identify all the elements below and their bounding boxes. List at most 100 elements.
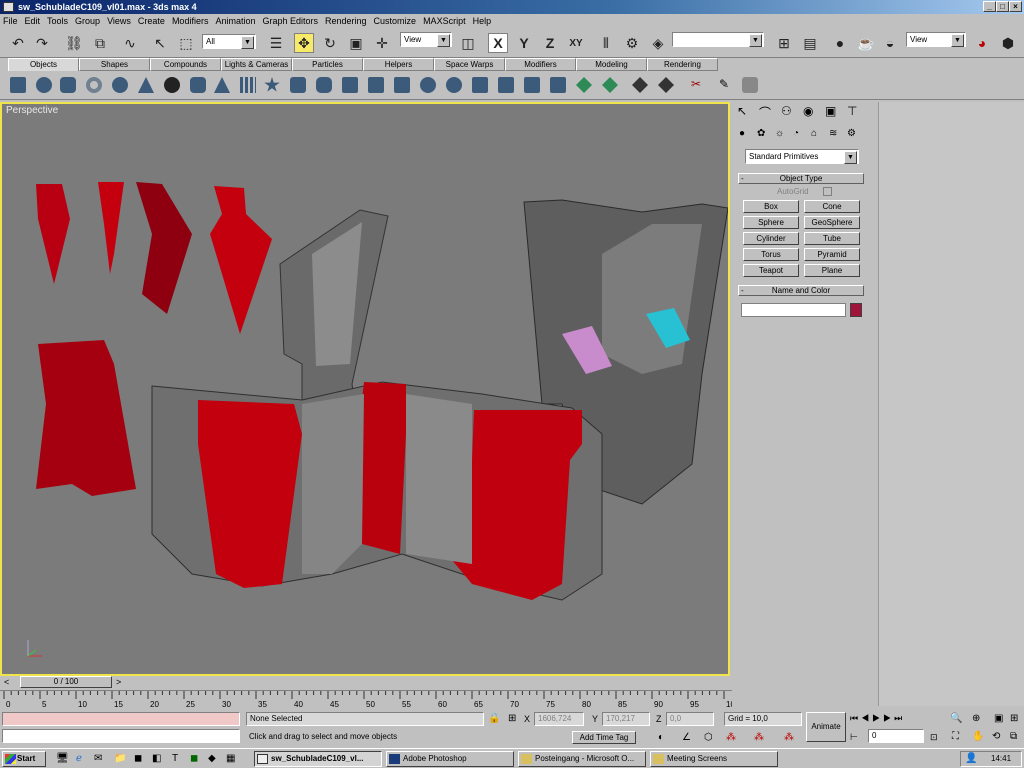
angle-snap-icon[interactable]: ∠: [682, 732, 691, 743]
align-icon[interactable]: ⊞: [774, 33, 794, 53]
menu-file[interactable]: File: [3, 16, 18, 26]
maxscript-listener-field[interactable]: [2, 712, 240, 726]
torus-knot-icon[interactable]: [446, 77, 462, 93]
playback-controls[interactable]: ⏮◀▶▶⏭: [850, 713, 905, 724]
pan-icon[interactable]: ✋: [972, 731, 984, 742]
perspective-viewport[interactable]: Perspective: [0, 102, 730, 676]
sphere-button[interactable]: Sphere: [743, 216, 799, 229]
cylinder-button[interactable]: Cylinder: [743, 232, 799, 245]
render-scene-icon[interactable]: ☕: [856, 33, 876, 53]
hose-icon[interactable]: [498, 77, 514, 93]
tube-button[interactable]: Tube: [804, 232, 860, 245]
track-bar[interactable]: 0 5 10 15 20 25 30 35 40 45 50 55 60 65 70 75 80 85 90 95 10…: [0, 690, 732, 710]
reference-coordinate-dropdown[interactable]: View: [400, 32, 452, 47]
render-last-icon[interactable]: ◕: [972, 33, 992, 53]
cylinder-icon[interactable]: [60, 77, 76, 93]
oil-tank-icon[interactable]: [342, 77, 358, 93]
autogrid-checkbox[interactable]: [823, 187, 832, 196]
select-object-icon[interactable]: ↖: [150, 33, 170, 53]
category-dropdown[interactable]: Standard Primitives: [745, 149, 859, 164]
close-button[interactable]: ×: [1009, 1, 1022, 12]
object-type-rollout-header[interactable]: - Object Type: [738, 173, 864, 184]
gengon-icon[interactable]: [420, 77, 436, 93]
capsule-icon[interactable]: [368, 77, 384, 93]
tab-modeling[interactable]: Modeling: [576, 58, 647, 71]
mirror-icon[interactable]: ⫴: [596, 33, 616, 53]
animate-button[interactable]: Animate: [806, 712, 846, 742]
motion-tab-icon[interactable]: ◉: [803, 104, 813, 118]
selection-filter-dropdown[interactable]: All: [202, 34, 256, 49]
tube-icon[interactable]: [190, 77, 206, 93]
tab-shapes[interactable]: Shapes: [79, 58, 150, 71]
lock-icon[interactable]: 🔒: [488, 713, 500, 724]
undo-icon[interactable]: ↶: [8, 33, 28, 53]
chamfer-cylinder-icon[interactable]: [316, 77, 332, 93]
tab-compounds[interactable]: Compounds: [150, 58, 221, 71]
minimize-button[interactable]: _: [983, 1, 996, 12]
axis-x-button[interactable]: X: [488, 33, 508, 53]
tab-particles[interactable]: Particles: [292, 58, 363, 71]
l-ext-icon[interactable]: [576, 77, 592, 93]
quicklaunch-icon-7[interactable]: T: [172, 753, 178, 764]
scatter-icon[interactable]: [632, 77, 648, 93]
user-icon[interactable]: 👤: [965, 753, 977, 764]
box-icon[interactable]: [10, 77, 26, 93]
desktop-icon[interactable]: 🖥: [56, 753, 69, 764]
quicklaunch-icon-8[interactable]: ◼: [190, 753, 198, 764]
name-color-rollout-header[interactable]: - Name and Color: [738, 285, 864, 296]
object-color-swatch[interactable]: [850, 303, 862, 317]
maximize-button[interactable]: □: [996, 1, 1009, 12]
menu-rendering[interactable]: Rendering: [325, 16, 367, 26]
sphere-icon[interactable]: [36, 77, 52, 93]
cylinder-stack-icon[interactable]: [742, 77, 758, 93]
menu-group[interactable]: Group: [75, 16, 100, 26]
taskbar-item-3dsmax[interactable]: sw_SchubladeC109_vl...: [254, 751, 382, 767]
zoom-extents-icon[interactable]: ▣: [994, 713, 1003, 724]
box-button[interactable]: Box: [743, 200, 799, 213]
cone-button[interactable]: Cone: [804, 200, 860, 213]
time-configuration-icon[interactable]: ⊡: [930, 732, 938, 743]
hierarchy-tab-icon[interactable]: ⚇: [781, 104, 792, 118]
percent-snap-icon[interactable]: ⬡: [704, 732, 713, 743]
cone-icon[interactable]: [138, 77, 154, 93]
spindle-icon[interactable]: [394, 77, 410, 93]
axis-y-button[interactable]: Y: [514, 33, 534, 53]
systems-icon[interactable]: ⚙: [847, 128, 856, 139]
absolute-mode-icon[interactable]: ⊞: [508, 713, 516, 724]
helpers-icon[interactable]: ⌂: [811, 128, 817, 139]
lights-icon[interactable]: ☼: [775, 128, 784, 139]
menu-customize[interactable]: Customize: [374, 16, 417, 26]
tab-objects[interactable]: Objects: [8, 58, 79, 71]
torus-button[interactable]: Torus: [743, 248, 799, 261]
link-icon[interactable]: ⛓: [64, 33, 84, 53]
key-mode-toggle-icon[interactable]: ⊢: [850, 732, 858, 743]
menu-tools[interactable]: Tools: [47, 16, 68, 26]
pyramid-icon[interactable]: [214, 77, 230, 93]
select-move-icon[interactable]: ✥: [294, 33, 314, 53]
menu-maxscript[interactable]: MAXScript: [423, 16, 466, 26]
time-slider[interactable]: 0 / 100: [20, 676, 112, 688]
select-rotate-icon[interactable]: ↻: [320, 33, 340, 53]
region-select-icon[interactable]: ⬚: [176, 33, 196, 53]
render-view-dropdown[interactable]: View: [906, 32, 966, 47]
array-icon[interactable]: ⚙: [622, 33, 642, 53]
paint-icon[interactable]: ✎: [716, 77, 732, 93]
quicklaunch-icon-10[interactable]: ▦: [226, 753, 235, 764]
menu-modifiers[interactable]: Modifiers: [172, 16, 209, 26]
menu-create[interactable]: Create: [138, 16, 165, 26]
region-zoom-icon[interactable]: ⛶: [952, 731, 959, 742]
c-ext-icon[interactable]: [550, 77, 566, 93]
time-config-icon[interactable]: ⁂: [784, 732, 794, 743]
key-mode-icon[interactable]: ⁂: [754, 732, 764, 743]
add-time-tag-button[interactable]: Add Time Tag: [572, 731, 636, 744]
geosphere-button[interactable]: GeoSphere: [804, 216, 860, 229]
menu-edit[interactable]: Edit: [25, 16, 41, 26]
tab-space-warps[interactable]: Space Warps: [434, 58, 505, 71]
pivot-center-icon[interactable]: ◫: [458, 33, 478, 53]
start-button[interactable]: Start: [2, 751, 46, 767]
select-by-name-icon[interactable]: ☰: [266, 33, 286, 53]
active-shade-icon[interactable]: ⬢: [998, 33, 1018, 53]
manipulate-icon[interactable]: ✛: [372, 33, 392, 53]
hedra-icon[interactable]: [264, 77, 280, 92]
teapot-button[interactable]: Teapot: [743, 264, 799, 277]
